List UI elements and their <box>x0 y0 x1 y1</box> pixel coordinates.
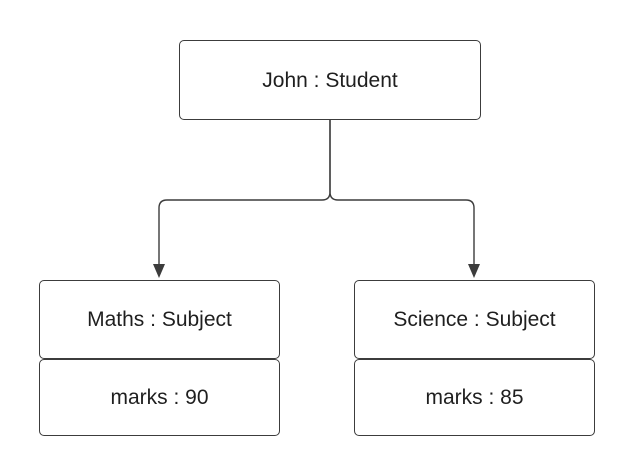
maths-marks-label: marks : 90 <box>110 386 209 409</box>
arrowhead-science <box>468 264 480 278</box>
student-object-label: John : Student <box>262 68 398 92</box>
science-subject-header[interactable]: Science : Subject <box>354 280 595 359</box>
connector-john-science <box>329 120 475 266</box>
student-object-box[interactable]: John : Student <box>179 40 481 120</box>
maths-subject-label: Maths : Subject <box>87 308 232 331</box>
science-marks-attribute[interactable]: marks : 85 <box>354 359 595 436</box>
arrowhead-maths <box>153 264 165 278</box>
connector-john-maths <box>158 120 331 266</box>
science-marks-label: marks : 85 <box>425 386 524 409</box>
maths-subject-header[interactable]: Maths : Subject <box>39 280 280 359</box>
science-subject-label: Science : Subject <box>393 308 556 331</box>
object-diagram: John : Student Maths : Subject marks : 9… <box>0 0 634 476</box>
maths-marks-attribute[interactable]: marks : 90 <box>39 359 280 436</box>
